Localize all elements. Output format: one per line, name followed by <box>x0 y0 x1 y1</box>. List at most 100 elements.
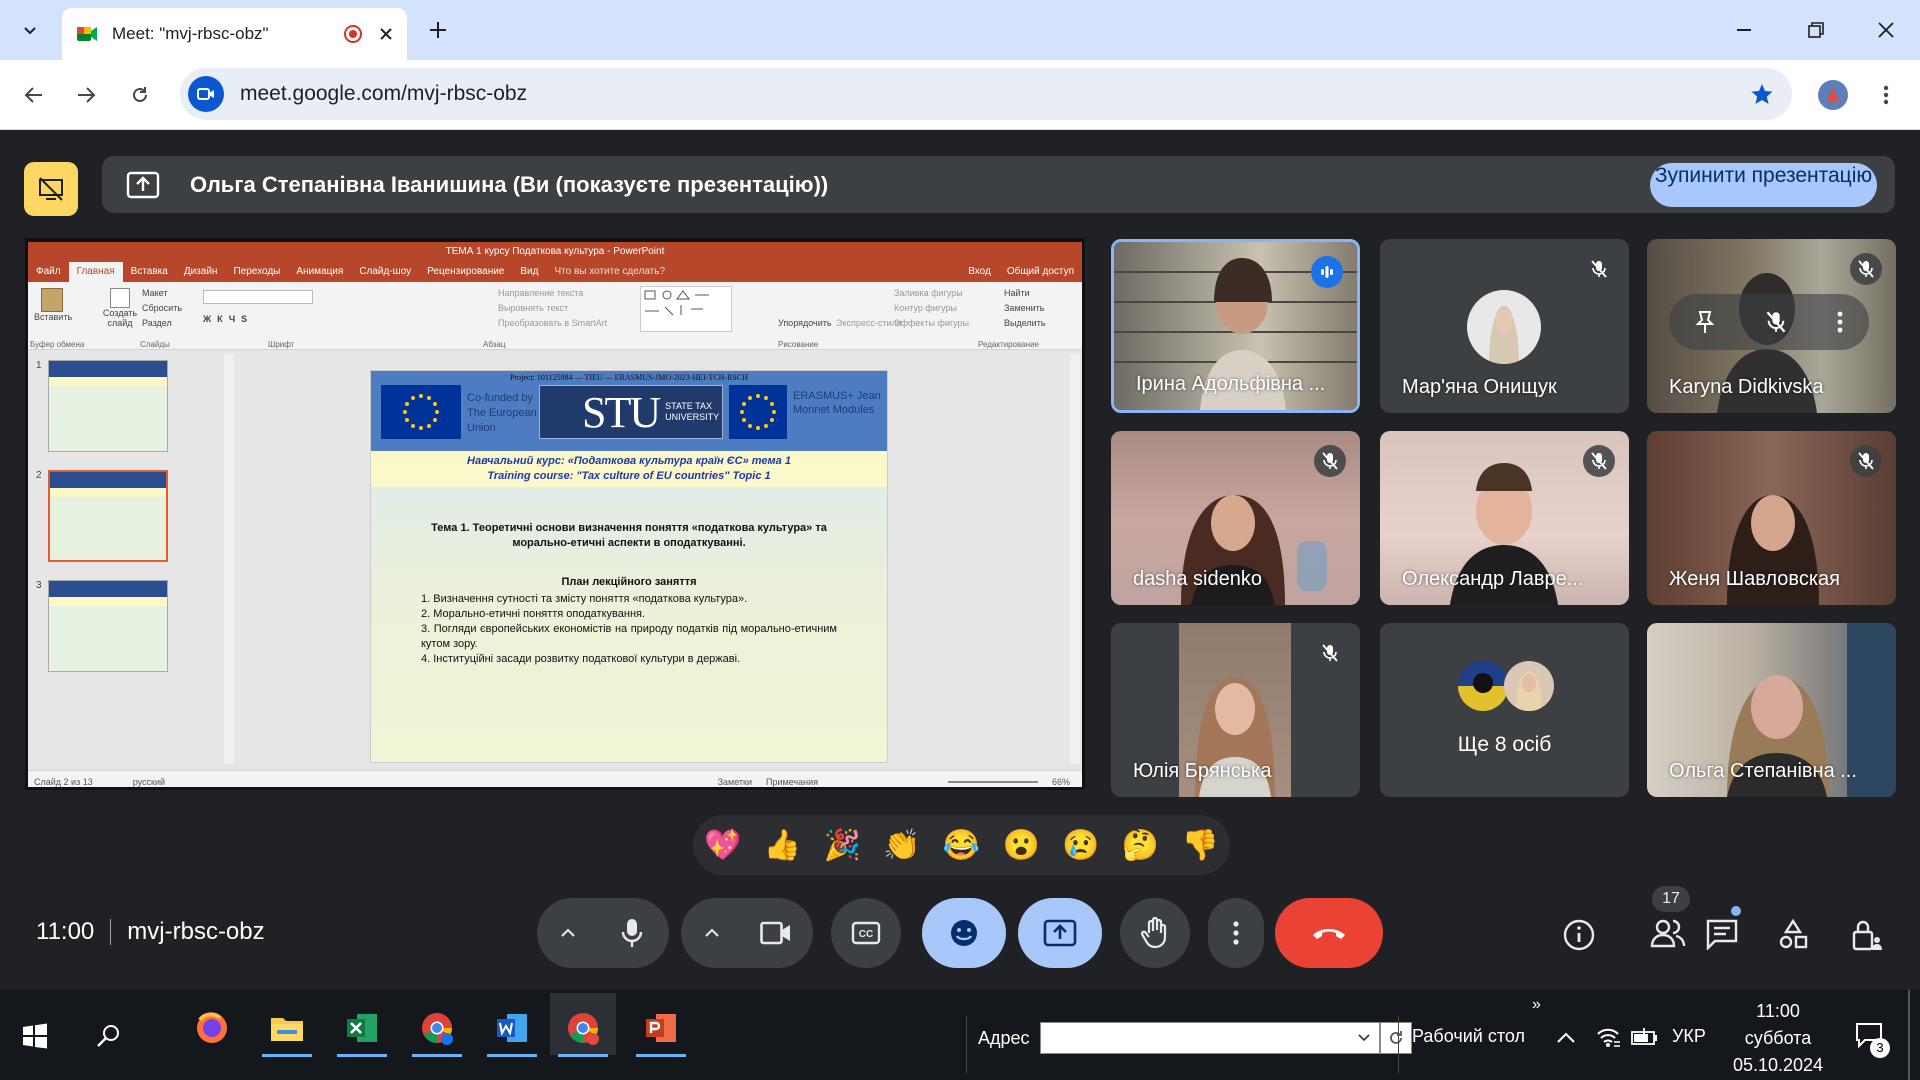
section-button[interactable]: Раздел <box>142 316 182 331</box>
taskbar-powerpoint[interactable] <box>636 1003 686 1053</box>
comments-button[interactable]: Примечания <box>766 777 818 787</box>
participant-tile[interactable]: Юлія Брянська <box>1111 623 1360 797</box>
mic-off-icon[interactable] <box>1766 311 1786 333</box>
layout-button[interactable]: Макет <box>142 286 182 301</box>
star-icon[interactable] <box>1750 82 1774 106</box>
leave-call-button[interactable] <box>1275 898 1383 968</box>
ppt-share[interactable]: Общий доступ <box>999 262 1082 282</box>
reaction-heart[interactable]: 💖 <box>693 828 753 863</box>
host-controls-button[interactable] <box>1851 918 1885 952</box>
participant-tile[interactable]: dasha sidenko <box>1111 431 1360 605</box>
camera-button[interactable] <box>741 898 811 968</box>
ppt-tab-file[interactable]: Файл <box>28 262 69 282</box>
site-info-button[interactable] <box>188 76 224 112</box>
system-clock[interactable]: 11:00 суббота 05.10.2024 <box>1718 998 1838 1079</box>
ppt-tab-insert[interactable]: Вставка <box>123 262 176 282</box>
select-button[interactable]: Выделить <box>1004 316 1046 331</box>
more-options-button[interactable] <box>1208 898 1264 968</box>
video-settings-button[interactable] <box>683 928 741 938</box>
browser-tab[interactable]: Meet: "mvj-rbsc-obz" <box>62 8 407 60</box>
quick-styles-button[interactable]: Экспресс-стили <box>836 318 902 328</box>
address-go-button[interactable] <box>1379 1022 1412 1054</box>
ppt-tab-view[interactable]: Вид <box>512 262 546 282</box>
font-name-box[interactable] <box>203 290 313 304</box>
reaction-surprised[interactable]: 😮 <box>991 828 1051 863</box>
ppt-tab-home[interactable]: Главная <box>68 262 123 282</box>
ppt-signin[interactable]: Вход <box>960 262 999 282</box>
ppt-tab-animation[interactable]: Анимация <box>288 262 351 282</box>
language-indicator[interactable]: русский <box>133 777 165 787</box>
meeting-info-button[interactable] <box>1562 918 1596 952</box>
close-window-button[interactable] <box>1864 8 1908 52</box>
slide-thumbnail-2[interactable] <box>48 470 168 562</box>
slide-thumbnail-3[interactable] <box>48 580 168 672</box>
captions-button[interactable]: CC <box>831 898 901 968</box>
taskbar-firefox[interactable] <box>187 1003 237 1053</box>
taskbar-search-button[interactable] <box>84 1011 134 1061</box>
activities-button[interactable] <box>1777 918 1811 952</box>
network-status[interactable] <box>1596 1026 1620 1048</box>
taskbar-excel[interactable] <box>337 1003 387 1053</box>
tab-search-button[interactable] <box>8 8 52 52</box>
reaction-thumbs-up[interactable]: 👍 <box>753 828 813 863</box>
slide-thumbnail-1[interactable] <box>48 360 168 452</box>
font-format-buttons[interactable]: ЖКЧS <box>203 314 253 324</box>
participant-tile[interactable]: Ольга Степанівна ... <box>1647 623 1896 797</box>
zoom-slider[interactable] <box>947 780 1038 783</box>
mic-button[interactable] <box>597 898 667 968</box>
toolbar-overflow-icon[interactable]: » <box>1532 996 1541 1014</box>
address-bar[interactable]: meet.google.com/mvj-rbsc-obz <box>180 68 1792 120</box>
input-language[interactable]: УКР <box>1672 1026 1706 1047</box>
find-button[interactable]: Найти <box>1004 286 1046 301</box>
show-hidden-icons-button[interactable] <box>1556 1030 1576 1044</box>
thumbnail-scrollbar[interactable] <box>224 354 234 764</box>
zoom-level[interactable]: 66% <box>1052 777 1070 787</box>
arrange-button[interactable]: Упорядочить <box>778 318 832 328</box>
start-button[interactable] <box>10 1011 60 1061</box>
ppt-tell-me[interactable]: Что вы хотите сделать? <box>546 262 673 282</box>
present-now-button[interactable] <box>1018 898 1102 968</box>
reaction-sad[interactable]: 😢 <box>1051 828 1111 863</box>
emoji-reactions-button[interactable] <box>922 898 1006 968</box>
participant-tile[interactable]: Мар'яна Онищук <box>1380 239 1629 413</box>
chat-button[interactable] <box>1705 918 1739 952</box>
stop-presenting-button[interactable]: Зупинити презентацію <box>1650 163 1877 207</box>
close-tab-icon[interactable] <box>379 27 393 41</box>
people-button[interactable] <box>1650 918 1686 952</box>
chevron-down-icon[interactable] <box>1357 1033 1371 1043</box>
ppt-tab-transitions[interactable]: Переходы <box>225 262 288 282</box>
restore-button[interactable] <box>1794 8 1838 52</box>
more-vert-icon[interactable] <box>1837 311 1843 333</box>
raise-hand-button[interactable] <box>1120 898 1190 968</box>
replace-button[interactable]: Заменить <box>1004 301 1046 316</box>
battery-status[interactable] <box>1630 1026 1660 1048</box>
ppt-tab-slideshow[interactable]: Слайд-шоу <box>351 262 419 282</box>
participant-tile[interactable]: Олександр Лавре... <box>1380 431 1629 605</box>
shape-effects-button[interactable]: Эффекты фигуры <box>894 316 969 331</box>
ppt-tab-review[interactable]: Рецензирование <box>419 262 512 282</box>
new-slide-button[interactable]: Создать слайд <box>100 308 140 328</box>
taskbar-chrome-profile[interactable] <box>412 1003 462 1053</box>
back-button[interactable] <box>12 73 56 117</box>
pin-icon[interactable] <box>1695 310 1715 334</box>
notes-button[interactable]: Заметки <box>718 777 752 787</box>
participant-tile[interactable]: Женя Шавловская <box>1647 431 1896 605</box>
reset-button[interactable]: Сбросить <box>142 301 182 316</box>
more-participants-tile[interactable]: Ще 8 осіб <box>1380 623 1629 797</box>
text-direction-button[interactable]: Направление текста <box>498 286 607 301</box>
reaction-thumbs-down[interactable]: 👎 <box>1170 828 1230 863</box>
audio-settings-button[interactable] <box>539 928 597 938</box>
shape-outline-button[interactable]: Контур фигуры <box>894 301 969 316</box>
new-tab-button[interactable] <box>416 8 460 52</box>
smartart-button[interactable]: Преобразовать в SmartArt <box>498 316 607 331</box>
align-text-button[interactable]: Выровнять текст <box>498 301 607 316</box>
show-desktop-button[interactable] <box>1908 990 1910 1080</box>
minimize-button[interactable] <box>1722 8 1766 52</box>
slide-scrollbar[interactable] <box>1070 354 1080 764</box>
reload-button[interactable] <box>118 73 162 117</box>
participant-tile[interactable]: Ірина Адольфівна ... <box>1111 239 1360 413</box>
profile-avatar[interactable] <box>1818 80 1848 110</box>
shape-fill-button[interactable]: Заливка фигуры <box>894 286 969 301</box>
reaction-clap[interactable]: 👏 <box>872 828 932 863</box>
reaction-thinking[interactable]: 🤔 <box>1111 828 1171 863</box>
